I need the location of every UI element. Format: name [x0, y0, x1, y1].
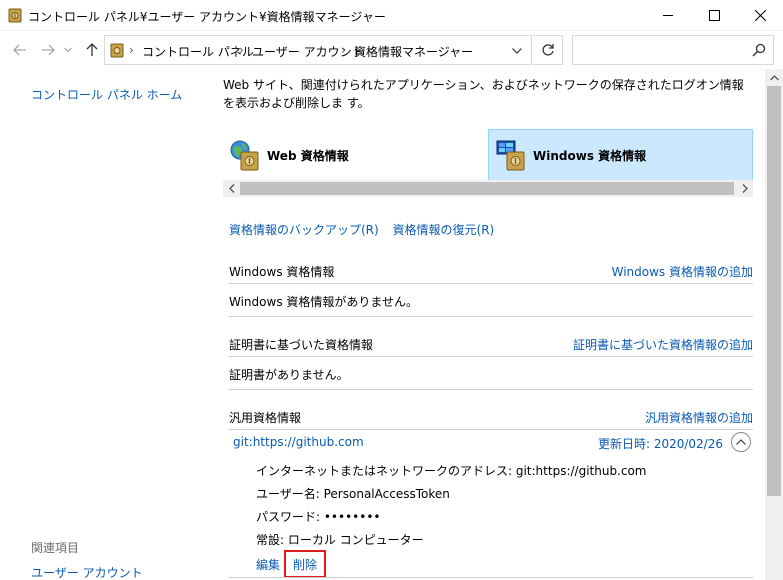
back-button[interactable] [9, 39, 31, 61]
user-accounts-link[interactable]: ユーザー アカウント [31, 564, 143, 580]
related-heading: 関連項目 [31, 541, 80, 555]
divider [229, 429, 753, 430]
add-windows-credential-link[interactable]: Windows 資格情報の追加 [612, 263, 753, 280]
scrollbar-thumb[interactable] [767, 86, 781, 496]
chevron-down-icon [512, 48, 522, 54]
section-title: 証明書に基づいた資格情報 [229, 338, 374, 352]
maximize-button[interactable] [691, 0, 737, 31]
scrollbar-thumb[interactable] [240, 182, 734, 195]
credential-updated-date: 更新日時: 2020/02/26 [597, 437, 723, 451]
section-title: Windows 資格情報 [229, 265, 335, 279]
arrow-up-icon [86, 43, 98, 56]
chevron-down-icon [64, 47, 72, 53]
up-button[interactable] [81, 39, 103, 61]
breadcrumb-separator: › [341, 43, 346, 57]
search-input[interactable] [572, 35, 774, 65]
close-button[interactable] [737, 0, 783, 31]
minimize-button[interactable] [645, 0, 691, 31]
search-icon [752, 43, 766, 57]
section-title: 汎用資格情報 [229, 411, 302, 425]
credential-password: パスワード: •••••••• [256, 510, 381, 524]
tab-windows-credentials[interactable]: Windows 資格情報 [488, 129, 753, 181]
breadcrumb-credential-manager[interactable]: 資格情報マネージャー [354, 43, 473, 60]
divider [229, 389, 753, 390]
breadcrumb-separator: › [239, 43, 244, 57]
close-icon [754, 10, 766, 21]
forward-button[interactable] [37, 39, 59, 61]
tab-windows-label: Windows 資格情報 [533, 148, 647, 163]
minimize-icon [662, 15, 673, 16]
restore-credentials-link[interactable]: 資格情報の復元(R) [393, 223, 495, 237]
delete-highlight-box: 削除 [284, 550, 326, 578]
refresh-button[interactable] [533, 35, 563, 65]
window-title: コントロール パネル¥ユーザー アカウント¥資格情報マネージャー [28, 10, 386, 24]
arrow-left-icon [13, 44, 26, 56]
empty-message: Windows 資格情報がありません。 [229, 295, 419, 309]
arrow-right-icon [42, 44, 55, 56]
divider [229, 356, 753, 357]
credential-vault-icon [8, 8, 22, 23]
divider [229, 283, 753, 284]
control-panel-home-link[interactable]: コントロール パネル ホーム [31, 86, 182, 103]
add-generic-credential-link[interactable]: 汎用資格情報の追加 [645, 409, 753, 426]
maximize-icon [708, 10, 720, 21]
address-bar[interactable]: › コントロール パネル › ユーザー アカウント › 資格情報マネージャー [104, 35, 532, 65]
page-description: Web サイト、関連付けられたアプリケーション、およびネットワークの保存されたロ… [223, 78, 744, 110]
breadcrumb-separator: › [129, 43, 134, 57]
scroll-up-icon[interactable] [765, 71, 783, 85]
web-credential-icon [230, 140, 259, 171]
address-dropdown-button[interactable] [507, 42, 527, 60]
title-bar: コントロール パネル¥ユーザー アカウント¥資格情報マネージャー [0, 0, 783, 31]
credential-vault-icon [110, 43, 124, 58]
vertical-scrollbar[interactable] [765, 69, 783, 580]
delete-credential-link[interactable]: 削除 [293, 556, 317, 573]
credential-type-tabs: Web 資格情報 Windows 資格情報 [223, 129, 753, 181]
divider [229, 577, 753, 578]
chevron-up-icon [736, 439, 746, 445]
scroll-right-icon[interactable] [736, 182, 753, 195]
credential-address: インターネットまたはネットワークのアドレス: git:https://githu… [256, 464, 647, 478]
credential-username: ユーザー名: PersonalAccessToken [256, 487, 450, 501]
tab-web-label: Web 資格情報 [267, 148, 349, 163]
refresh-icon [541, 44, 554, 56]
scroll-left-icon[interactable] [223, 182, 240, 195]
tab-web-credentials[interactable]: Web 資格情報 [223, 129, 488, 181]
main-content: Web サイト、関連付けられたアプリケーション、およびネットワークの保存されたロ… [212, 69, 765, 580]
tabs-horizontal-scrollbar[interactable] [223, 180, 753, 197]
collapse-button[interactable] [731, 432, 751, 452]
backup-restore-links: 資格情報のバックアップ(R) 資格情報の復元(R) [229, 221, 504, 238]
breadcrumb-user-accounts[interactable]: ユーザー アカウント [252, 43, 364, 60]
divider [229, 316, 753, 317]
backup-credentials-link[interactable]: 資格情報のバックアップ(R) [229, 223, 379, 237]
breadcrumb-control-panel[interactable]: コントロール パネル [142, 43, 254, 60]
recent-locations-button[interactable] [61, 39, 75, 61]
credential-persistence: 常設: ローカル コンピューター [256, 533, 424, 547]
empty-message: 証明書がありません。 [229, 368, 349, 382]
add-certificate-credential-link[interactable]: 証明書に基づいた資格情報の追加 [573, 336, 753, 353]
left-navigation-pane: コントロール パネル ホーム 関連項目 ユーザー アカウント [0, 69, 212, 580]
windows-credential-icon [496, 140, 525, 171]
edit-credential-link[interactable]: 編集 [256, 556, 280, 573]
credential-name[interactable]: git:https://github.com [233, 435, 364, 449]
